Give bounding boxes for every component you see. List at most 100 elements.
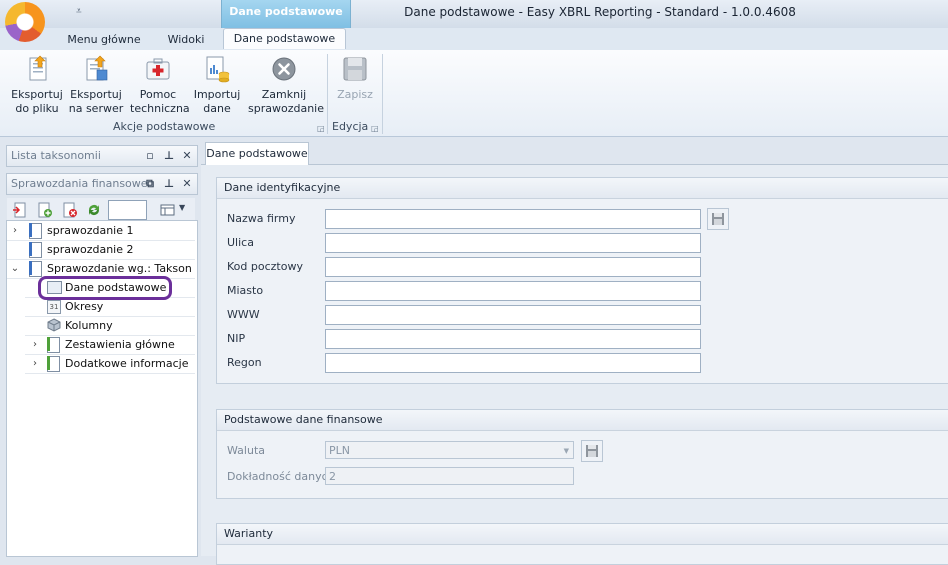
selection-highlight xyxy=(38,276,172,300)
report-document-icon xyxy=(29,261,42,277)
report-tree: › sprawozdanie 1 sprawozdanie 2 ⌄ Sprawo… xyxy=(6,220,198,557)
collapse-chevron-icon[interactable]: ⌄ xyxy=(10,259,20,278)
ribbon-group-label-edit: Edycja xyxy=(332,120,369,133)
expand-chevron-icon[interactable]: › xyxy=(30,335,40,354)
quick-access-toolbar-dropdown[interactable]: ⩡ xyxy=(76,6,82,17)
label-dokladnosc-danych: Dokładność danych xyxy=(227,470,335,483)
label-kod-pocztowy: Kod pocztowy xyxy=(227,260,303,273)
import-data-label-1: Importuj xyxy=(193,88,241,101)
group-separator xyxy=(327,54,328,134)
financial-group-header: Podstawowe dane finansowe xyxy=(217,410,948,431)
save-label: Zapisz xyxy=(337,88,373,101)
export-server-icon xyxy=(81,54,111,84)
technical-help-button[interactable]: Pomoc techniczna xyxy=(130,54,190,116)
field-ulica[interactable] xyxy=(325,233,701,253)
financial-group-title: Podstawowe dane finansowe xyxy=(224,413,383,426)
window-title: Dane podstawowe - Easy XBRL Reporting - … xyxy=(404,5,796,19)
currency-select[interactable]: PLN ▼ xyxy=(325,441,574,459)
label-waluta: Waluta xyxy=(227,444,265,457)
reports-pane-header: Sprawozdania finansowe ⧉ ⊥ ✕ xyxy=(6,173,198,195)
field-nip[interactable] xyxy=(325,329,701,349)
label-www: WWW xyxy=(227,308,260,321)
tree-node-label: sprawozdanie 1 xyxy=(47,224,134,237)
close-report-icon xyxy=(269,54,299,84)
restore-icon[interactable]: ▫ xyxy=(143,146,157,166)
save-icon xyxy=(340,54,370,84)
tab-menu-glowne[interactable]: Menu główne xyxy=(64,30,144,50)
document-tab-dane-podstawowe[interactable]: Dane podstawowe xyxy=(205,142,309,165)
group-launcher-icon[interactable]: ◲ xyxy=(371,124,379,133)
variants-group-header: Warianty xyxy=(217,524,948,545)
export-to-server-button[interactable]: Eksportuj na serwer xyxy=(68,54,124,116)
close-report-label-2: sprawozdanie xyxy=(248,102,324,115)
field-kod-pocztowy[interactable] xyxy=(325,257,701,277)
tree-filter-input[interactable] xyxy=(108,200,147,220)
export-to-file-button[interactable]: Eksportuj do pliku xyxy=(10,54,64,116)
refresh-icon[interactable] xyxy=(86,202,102,218)
ribbon: Eksportuj do pliku Eksportuj na serwer P… xyxy=(0,50,948,137)
currency-value: PLN xyxy=(329,444,350,457)
group-launcher-icon[interactable]: ◲ xyxy=(317,124,325,133)
label-miasto: Miasto xyxy=(227,284,264,297)
close-icon[interactable]: ✕ xyxy=(180,174,194,194)
field-regon[interactable] xyxy=(325,353,701,373)
app-logo-icon[interactable] xyxy=(5,2,45,42)
tree-node-dodatkowe-informacje[interactable]: › Dodatkowe informacje i ... xyxy=(25,354,195,374)
field-www[interactable] xyxy=(325,305,701,325)
statement-document-icon xyxy=(47,337,60,353)
save-button[interactable]: Zapisz xyxy=(334,54,376,102)
tree-node-report-2[interactable]: sprawozdanie 2 xyxy=(7,240,195,260)
export-to-server-label-2: na serwer xyxy=(68,102,124,115)
view-options-icon[interactable] xyxy=(160,202,176,218)
tree-node-kolumny[interactable]: Kolumny xyxy=(25,316,195,336)
label-ulica: Ulica xyxy=(227,236,254,249)
pin-icon[interactable]: ⊥ xyxy=(162,146,176,166)
close-icon[interactable]: ✕ xyxy=(180,146,194,166)
save-currency-button[interactable] xyxy=(581,440,603,462)
delete-report-icon[interactable] xyxy=(62,202,78,218)
tree-node-label: Zestawienia główne xyxy=(65,338,175,351)
tree-node-zestawienia-glowne[interactable]: › Zestawienia główne xyxy=(25,335,195,355)
field-miasto[interactable] xyxy=(325,281,701,301)
report-document-icon xyxy=(29,242,42,258)
technical-help-label-2: techniczna xyxy=(130,102,190,115)
expand-chevron-icon[interactable]: › xyxy=(10,221,20,240)
tree-node-label: Dodatkowe informacje i ... xyxy=(65,357,193,370)
export-file-icon xyxy=(22,54,52,84)
help-kit-icon xyxy=(143,54,173,84)
label-nip: NIP xyxy=(227,332,246,345)
identification-group-title: Dane identyfikacyjne xyxy=(224,181,341,194)
label-regon: Regon xyxy=(227,356,262,369)
import-data-button[interactable]: Importuj dane xyxy=(192,54,242,116)
reports-pane-title: Sprawozdania finansowe xyxy=(11,177,148,190)
variants-group-title: Warianty xyxy=(224,527,274,540)
tree-node-okresy[interactable]: 31 Okresy xyxy=(25,297,195,317)
close-report-button[interactable]: Zamknij sprawozdanie xyxy=(248,54,324,116)
context-tab-header: Dane podstawowe xyxy=(221,0,351,28)
report-document-icon xyxy=(29,223,42,239)
chevron-down-icon[interactable]: ▼ xyxy=(179,203,185,212)
float-icon[interactable]: ⧉ xyxy=(143,174,157,194)
calendar-icon: 31 xyxy=(47,300,61,314)
chevron-down-icon[interactable]: ▼ xyxy=(564,442,569,460)
taxonomy-pane-title: Lista taksonomii xyxy=(11,149,101,162)
technical-help-label-1: Pomoc xyxy=(139,88,177,101)
label-nazwa-firmy: Nazwa firmy xyxy=(227,212,296,225)
export-to-file-label-1: Eksportuj xyxy=(11,88,63,101)
tab-dane-podstawowe[interactable]: Dane podstawowe xyxy=(223,28,346,49)
statement-document-icon xyxy=(47,356,60,372)
import-report-icon[interactable] xyxy=(12,202,28,218)
tree-node-report-1[interactable]: › sprawozdanie 1 xyxy=(7,221,195,241)
ribbon-tab-strip: Menu główne Widoki xyxy=(0,28,948,50)
pin-icon[interactable]: ⊥ xyxy=(162,174,176,194)
close-report-label-1: Zamknij xyxy=(261,88,307,101)
export-to-server-label-1: Eksportuj xyxy=(70,88,122,101)
add-report-icon[interactable] xyxy=(37,202,53,218)
save-company-name-button[interactable] xyxy=(707,208,729,230)
expand-chevron-icon[interactable]: › xyxy=(30,354,40,373)
field-dokladnosc-danych[interactable]: 2 xyxy=(325,467,574,485)
field-nazwa-firmy[interactable] xyxy=(325,209,701,229)
import-data-label-2: dane xyxy=(203,102,231,115)
variants-group: Warianty xyxy=(216,523,948,565)
tab-widoki[interactable]: Widoki xyxy=(162,30,210,50)
